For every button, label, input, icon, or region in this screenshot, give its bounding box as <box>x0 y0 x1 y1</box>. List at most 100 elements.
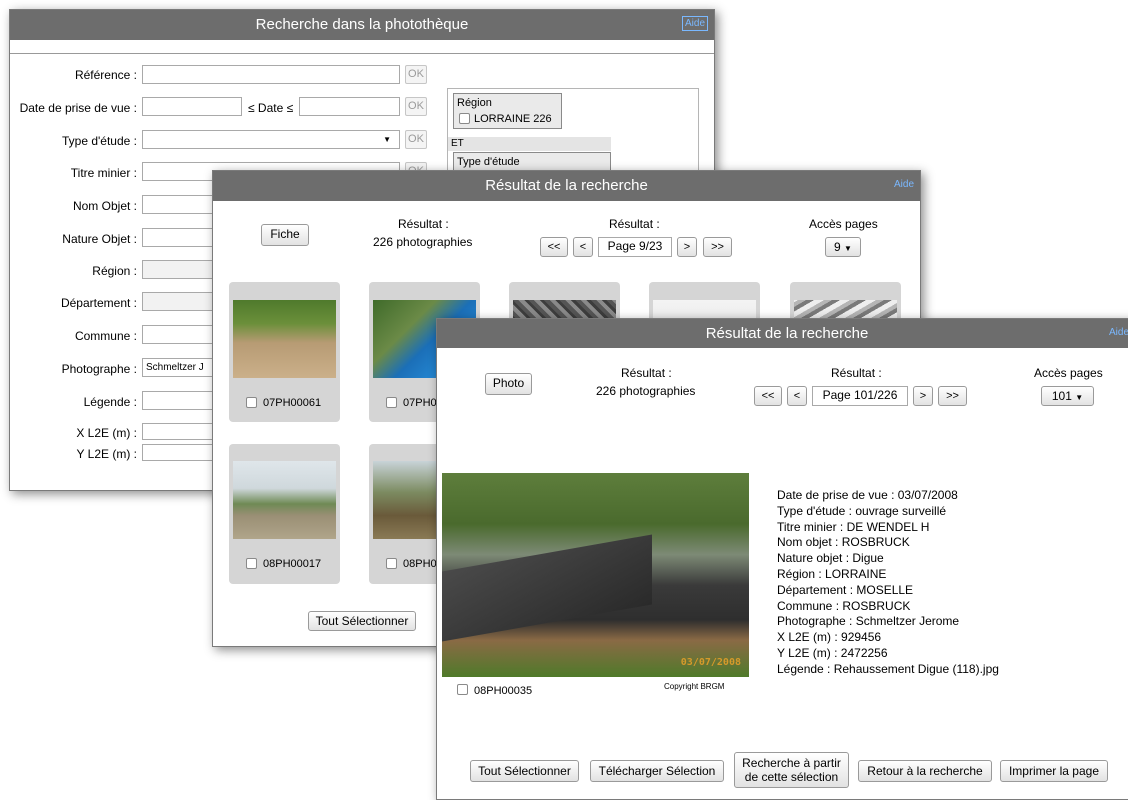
photo-button[interactable]: Photo <box>485 373 532 395</box>
triangle-down-icon: ▼ <box>1075 393 1084 402</box>
grid-last-page-button[interactable]: >> <box>703 237 732 257</box>
date-ok-button[interactable]: OK <box>405 97 427 116</box>
checkbox-icon[interactable] <box>386 558 397 569</box>
triangle-down-icon: ▼ <box>383 135 391 144</box>
imprimer-page-button[interactable]: Imprimer la page <box>1000 760 1108 782</box>
photo-thumbnail[interactable] <box>233 461 336 539</box>
recherche-selection-button[interactable]: Recherche à partir de cette sélection <box>734 752 849 788</box>
search-divider <box>10 53 714 54</box>
fiche-button[interactable]: Fiche <box>261 224 309 246</box>
detail-departement: Département : MOSELLE <box>777 582 914 597</box>
criteria-type-box: Type d'étude <box>453 152 611 172</box>
titre-minier-label: Titre minier : <box>70 166 137 180</box>
retour-recherche-button[interactable]: Retour à la recherche <box>858 760 992 782</box>
y-label: Y L2E (m) : <box>76 447 137 461</box>
photo-main[interactable]: 03/07/2008 <box>442 473 749 677</box>
criteria-region-value: LORRAINE 226 <box>474 113 552 125</box>
photo-card[interactable]: 07PH00061 <box>229 282 340 422</box>
checkbox-icon[interactable] <box>246 558 257 569</box>
criteria-et-bar: ET <box>448 137 611 151</box>
results-grid-title: Résultat de la recherche <box>485 177 648 194</box>
type-etude-label: Type d'étude : <box>61 134 137 148</box>
x-label: X L2E (m) : <box>76 426 137 440</box>
date-from-input[interactable] <box>142 97 242 116</box>
detail-date: Date de prise de vue : 03/07/2008 <box>777 488 958 502</box>
detail-page-field[interactable]: Page 101/226 <box>812 386 908 406</box>
checkbox-icon[interactable] <box>246 397 257 408</box>
grid-result-count: 226 photographies <box>373 235 473 249</box>
photo-code: 07PH00061 <box>263 397 322 409</box>
grid-first-page-button[interactable]: << <box>540 237 568 257</box>
result-detail-title: Résultat de la recherche <box>705 325 869 342</box>
detail-titre-minier: Titre minier : DE WENDEL H <box>777 519 930 534</box>
detail-resultat-label: Résultat : <box>621 366 672 380</box>
detail-last-page-button[interactable]: >> <box>938 386 967 406</box>
results-grid-titlebar: Résultat de la recherche Aide <box>213 171 920 201</box>
photographe-label: Photographe : <box>61 362 137 376</box>
detail-pager-label: Résultat : <box>831 366 882 380</box>
detail-acces-select[interactable]: 101 ▼ <box>1041 386 1094 406</box>
photo-code: 08PH00017 <box>263 558 322 570</box>
detail-nature-objet: Nature objet : Digue <box>777 551 884 566</box>
detail-first-page-button[interactable]: << <box>754 386 782 406</box>
detail-acces-label: Accès pages <box>1034 366 1103 380</box>
date-between-label: ≤ Date ≤ <box>248 101 294 115</box>
detail-region: Région : LORRAINE <box>777 566 887 581</box>
detail-nom-objet: Nom objet : ROSBRUCK <box>777 535 910 550</box>
result-detail-aide-link[interactable]: Aide <box>1109 326 1128 339</box>
type-etude-select[interactable]: ▼ <box>142 130 400 149</box>
reference-label: Référence : <box>74 68 137 82</box>
grid-acces-label: Accès pages <box>809 217 878 231</box>
type-etude-ok-button[interactable]: OK <box>405 130 427 149</box>
grid-acces-value: 9 <box>834 240 841 254</box>
grid-tout-selectionner-button[interactable]: Tout Sélectionner <box>308 611 416 631</box>
grid-prev-page-button[interactable]: < <box>573 237 593 257</box>
result-detail-titlebar: Résultat de la recherche Aide <box>437 319 1128 348</box>
date-to-input[interactable] <box>299 97 400 116</box>
detail-next-page-button[interactable]: > <box>913 386 933 406</box>
recherche-selection-line1: Recherche à partir <box>742 756 841 770</box>
checkbox-icon[interactable] <box>457 684 468 695</box>
departement-label: Département : <box>60 296 137 310</box>
detail-prev-page-button[interactable]: < <box>787 386 807 406</box>
detail-result-count: 226 photographies <box>596 384 696 398</box>
photographe-value: Schmeltzer J <box>146 362 204 373</box>
detail-x: X L2E (m) : 929456 <box>777 630 882 645</box>
photo-date-stamp: 03/07/2008 <box>680 657 741 668</box>
search-titlebar: Recherche dans la photothèque Aide <box>10 10 714 40</box>
criteria-region-title: Région <box>457 97 492 109</box>
photo-card[interactable]: 08PH00017 <box>229 444 340 584</box>
reference-ok-button[interactable]: OK <box>405 65 427 84</box>
search-title: Recherche dans la photothèque <box>255 16 469 33</box>
copyright-text: Copyright BRGM <box>664 682 725 691</box>
grid-resultat-label: Résultat : <box>398 217 449 231</box>
telecharger-selection-button[interactable]: Télécharger Sélection <box>590 760 724 782</box>
legende-label: Légende : <box>83 395 137 409</box>
checkbox-icon[interactable] <box>459 113 470 124</box>
criteria-region-box: Région LORRAINE 226 <box>453 93 562 129</box>
results-grid-aide-link[interactable]: Aide <box>894 178 914 191</box>
nom-objet-label: Nom Objet : <box>72 199 137 213</box>
search-aide-link[interactable]: Aide <box>681 16 708 31</box>
recherche-selection-line2: de cette sélection <box>744 770 839 784</box>
photo-dam-shape <box>442 534 652 642</box>
photo-code: 08PH0 <box>403 558 437 570</box>
photo-code: 07PH0 <box>403 397 437 409</box>
detail-legende: Légende : Rehaussement Digue (118).jpg <box>777 661 999 676</box>
criteria-type-title: Type d'étude <box>457 156 520 168</box>
detail-photographe: Photographe : Schmeltzer Jerome <box>777 614 960 629</box>
photo-details: Date de prise de vue : 03/07/2008 Type d… <box>777 488 999 678</box>
criteria-et-label: ET <box>451 138 464 149</box>
photo-thumbnail[interactable] <box>233 300 336 378</box>
grid-pager-label: Résultat : <box>609 217 660 231</box>
checkbox-icon[interactable] <box>386 397 397 408</box>
tout-selectionner-button[interactable]: Tout Sélectionner <box>470 760 579 782</box>
grid-page-field[interactable]: Page 9/23 <box>598 237 672 257</box>
detail-y: Y L2E (m) : 2472256 <box>777 645 888 660</box>
grid-next-page-button[interactable]: > <box>677 237 697 257</box>
reference-input[interactable] <box>142 65 400 84</box>
detail-commune: Commune : ROSBRUCK <box>777 598 911 613</box>
grid-acces-select[interactable]: 9 ▼ <box>825 237 861 257</box>
nature-objet-label: Nature Objet : <box>62 232 137 246</box>
commune-label: Commune : <box>74 329 137 343</box>
